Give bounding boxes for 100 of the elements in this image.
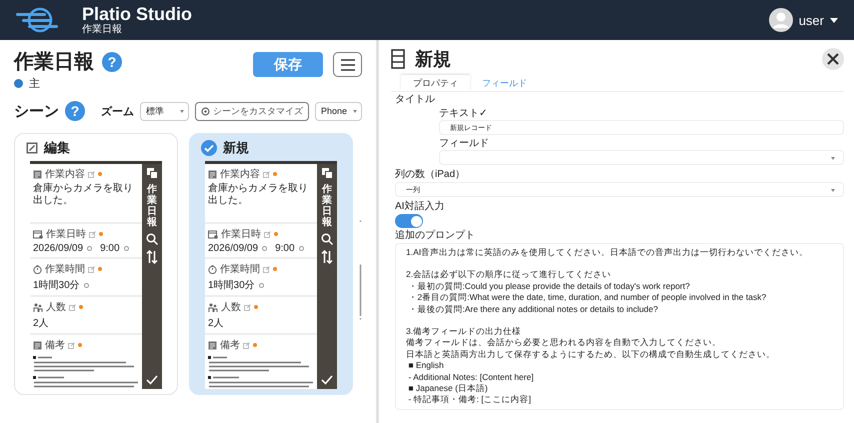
external-link-icon [68,342,75,348]
external-link-icon [243,342,250,348]
external-link-icon [89,230,96,238]
document-icon [33,170,42,178]
ai-toggle[interactable] [395,214,423,228]
form-label: AI対話入力 [395,200,444,213]
stopwatch-icon [33,264,42,274]
device-select[interactable]: Phone [314,102,362,120]
external-link-icon [263,170,270,178]
required-dot [273,172,277,176]
field-label: 作業日時 [46,228,86,241]
check-icon [321,375,333,385]
required-dot [98,172,102,176]
clear-icon [84,282,89,288]
close-icon [827,53,839,65]
external-link-icon [263,266,270,272]
prompt-textarea[interactable]: 1.AI音声出力は常に英語のみを使用してください。日本語での音声出力は一切行わないでください。 2.会話は必ず以下の順序に従って進行してください ・最初の質問:Could you please provide the details of today's work report? ・2番目の質問:What were the date, time, duration, and number of people involved in the task? ・最後の質問:Are there any additional notes or details to include? 3.備考フィールドの出力仕様 備考フィールドは、会話から必要と思われる内容を自動で入力してください。 日本語と英語両方出力して保存するようにするため、以下の構成で自動生成してください。 ■ English - Additional Notes: [Content here] ■ Japanese (日本語) - 特記事項・備考: [ここに内容] [395,243,844,410]
field-select[interactable] [439,150,844,165]
field-label: 作業時間 [220,262,260,276]
field-label: 作業内容 [220,168,260,181]
menu-button[interactable] [333,52,362,77]
field-label: 作業時間 [45,262,85,276]
zoom-select[interactable]: 標準 [140,102,189,120]
document-icon [33,340,42,350]
people-icon [33,302,43,312]
required-dot [99,232,103,236]
required-dot [98,267,102,271]
sort-icon [146,250,158,264]
required-dot [79,305,83,309]
required-dot [78,343,82,347]
clear-icon [87,246,92,251]
close-button[interactable] [822,48,844,70]
document-icon [208,170,217,178]
search-icon [146,233,158,245]
app-name: Platio Studio [82,4,192,24]
field-label: 備考 [220,338,240,352]
scene-card[interactable]: 新規 作業内容 倉庫からカメラを取り出した。 作業日時 2026/09/09 9:00 作業時間 1時間30分 人数 2人 備考 作業日報 [189,133,353,395]
clear-icon [262,246,268,251]
field-value: 1時間30分 [208,278,255,292]
clear-icon [258,282,264,288]
external-link-icon [244,304,251,310]
field-value: 2026/09/09 [33,243,84,254]
sort-icon [321,250,333,264]
calendar-icon [33,230,43,238]
field-value: 2人 [208,317,225,330]
app-subtitle: 作業日報 [82,24,123,36]
stopwatch-icon [208,264,217,274]
field-value: 2人 [33,317,50,330]
page-title: 作業日報 [14,50,94,75]
external-link-icon [69,304,76,310]
zoom-label: ズーム [100,104,134,118]
field-value: 倉庫からカメラを取り出した。 [208,183,309,208]
required-dot [273,267,277,271]
list-icon [391,49,405,69]
user-menu[interactable]: user [768,8,838,32]
required-dot [253,343,257,347]
check-circle-icon [201,140,217,156]
field-label: 人数 [221,301,241,314]
form-label: 追加のプロンプト [395,229,475,242]
people-icon [208,302,218,312]
menu-icon [340,58,356,72]
field-label: 作業内容 [45,168,85,181]
panel-title: 新規 [415,48,451,71]
tab[interactable]: プロパティ [401,75,470,91]
form-label: 列の数（iPad） [395,168,466,181]
field-value: 1時間30分 [33,278,80,292]
external-link-icon [264,230,271,238]
scene-card[interactable]: 編集 作業内容 倉庫からカメラを取り出した。 作業日時 2026/09/09 9:00 作業時間 1時間30分 人数 2人 備考 作業日報 [14,133,178,395]
field-value: 倉庫からカメラを取り出した。 [33,183,134,208]
calendar-icon [208,230,218,238]
form-label: タイトル [395,93,435,106]
field-label: 人数 [46,301,66,314]
vertical-title: 作業日報 [147,184,157,228]
external-link-icon [88,170,95,178]
check-icon [146,375,158,385]
field-label: 作業日時 [221,228,261,241]
field-label: 備考 [45,338,65,352]
windows-icon [146,168,158,179]
status-label: 主 [29,76,40,91]
customize-scene-button[interactable]: シーンをカスタマイズ [194,102,309,120]
clear-icon [124,246,129,251]
scene-name: 新規 [223,139,249,157]
tab[interactable]: フィールド [470,75,539,91]
clear-icon [298,246,304,251]
windows-icon [322,168,332,179]
field-value: 9:00 [275,243,295,254]
form-label: フィールド [439,137,489,150]
external-link-icon [88,266,95,272]
field-value: 9:00 [100,243,120,254]
required-dot [254,305,258,309]
section-title: シーン [14,102,59,120]
edit-icon [26,142,38,154]
required-dot [274,232,278,236]
scene-name: 編集 [44,139,70,157]
form-label: テキスト✓ [439,107,488,120]
document-icon [208,340,217,350]
gear-icon [200,106,210,116]
search-icon [321,233,333,245]
vertical-title: 作業日報 [322,184,332,228]
field-value: 2026/09/09 [208,243,258,254]
